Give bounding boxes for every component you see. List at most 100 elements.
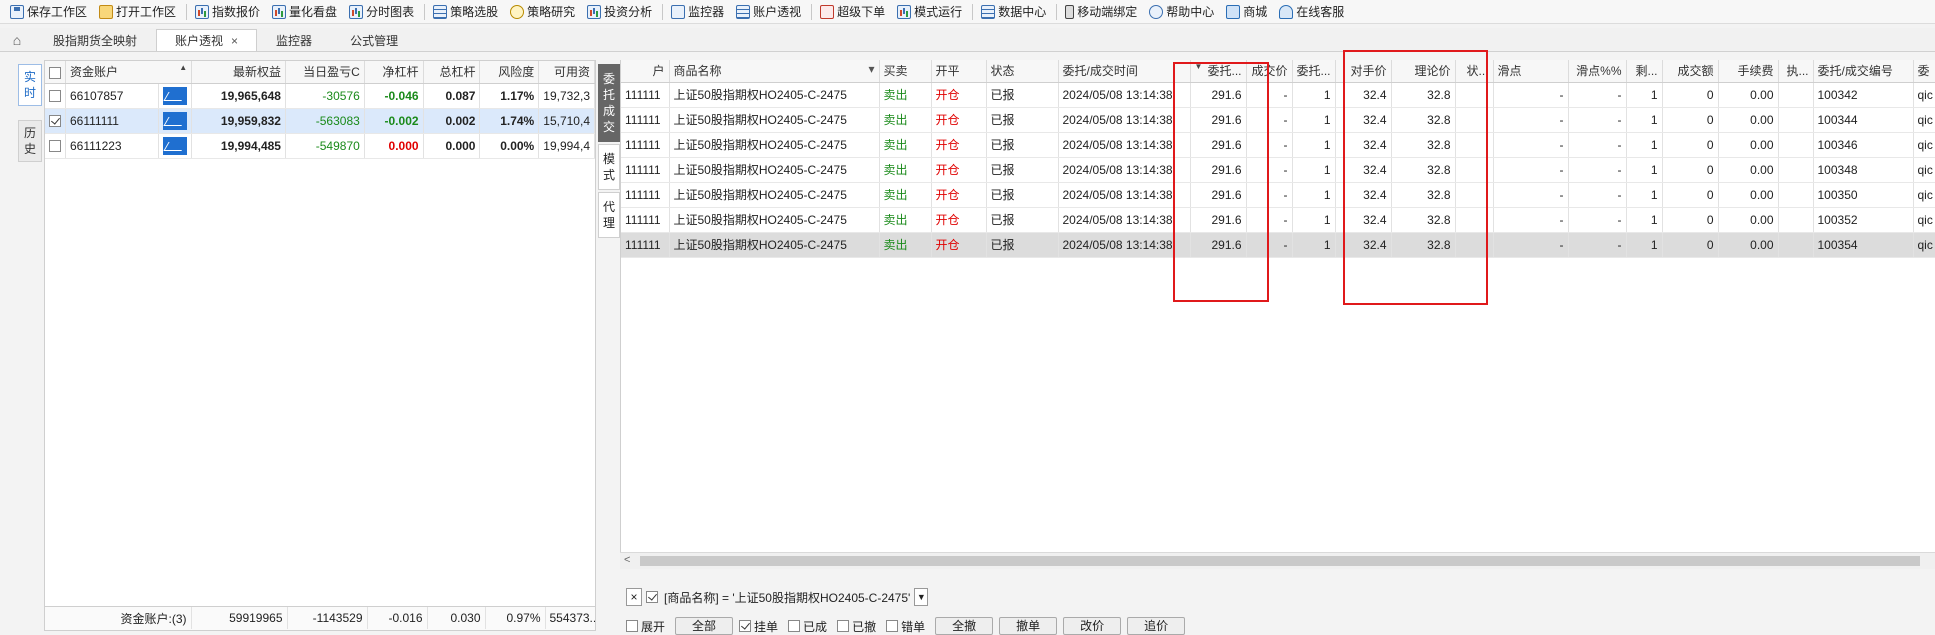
order-row[interactable]: 111111 上证50股指期权HO2405-C-2475 卖出 开仓 已报 2024/05… xyxy=(621,107,1935,133)
order-row[interactable]: 111111 上证50股指期权HO2405-C-2475 卖出 开仓 已报 2024/05… xyxy=(621,82,1935,108)
toolbar-button-1[interactable]: 打开工作区 xyxy=(99,2,176,22)
action-button-6[interactable]: 全撤 xyxy=(935,617,994,635)
vtab-0[interactable]: 实 时 xyxy=(18,64,42,106)
filter-funnel-icon[interactable]: ▾ xyxy=(868,62,874,76)
filter-option-0[interactable]: 展开 xyxy=(626,618,665,635)
table-row[interactable]: 66111223 19,994,485 -549870 0.000 0.000 0.00%… xyxy=(45,133,595,159)
toolbar-button-12[interactable]: 数据中心 xyxy=(981,2,1046,22)
filter-enabled-checkbox[interactable] xyxy=(646,591,658,603)
toolbar-button-0[interactable]: 保存工作区 xyxy=(10,2,87,22)
toolbar-button-8[interactable]: 监控器 xyxy=(671,2,724,22)
tab-0[interactable]: 股指期货全映射 xyxy=(34,29,156,51)
col-header-5[interactable]: 风险度 xyxy=(479,61,540,84)
filter-option-4[interactable]: 已撤 xyxy=(837,618,876,635)
remaining: 1 xyxy=(1626,82,1663,108)
toolbar-button-3[interactable]: 量化看盘 xyxy=(272,2,337,22)
sparkline-cell[interactable] xyxy=(158,83,193,109)
order-col-header-1[interactable]: 商品名称 ▾ xyxy=(669,60,880,83)
col-header-3[interactable]: 净杠杆 xyxy=(364,61,424,84)
toolbar-button-4[interactable]: 分时图表 xyxy=(349,2,414,22)
order-col-header-0[interactable]: 户 xyxy=(621,60,670,83)
order-row[interactable]: 111111 上证50股指期权HO2405-C-2475 卖出 开仓 已报 2024/05… xyxy=(621,157,1935,183)
toolbar-button-15[interactable]: 商城 xyxy=(1226,2,1267,22)
order-vtab-2[interactable]: 代 理 xyxy=(598,192,620,238)
scroll-left-icon[interactable]: < xyxy=(624,554,630,566)
sparkline-cell[interactable] xyxy=(158,133,193,159)
order-id: 100344 xyxy=(1813,107,1914,133)
toolbar-button-label: 监控器 xyxy=(688,5,725,19)
row-checkbox[interactable] xyxy=(49,90,61,103)
col-header-1[interactable]: 最新权益 xyxy=(191,61,286,84)
filter-option-checkbox[interactable] xyxy=(626,620,638,632)
table-row[interactable]: 66111111 19,959,832 -563083 -0.002 0.002 1.74… xyxy=(45,108,595,134)
order-row[interactable]: 111111 上证50股指期权HO2405-C-2475 卖出 开仓 已报 2024/05… xyxy=(621,182,1935,208)
order-col-header-13[interactable]: 滑点%% xyxy=(1568,60,1627,83)
sparkline-chart-icon[interactable] xyxy=(163,111,188,130)
order-col-header-5[interactable]: 委托/成交时间 xyxy=(1058,60,1191,83)
row-checkbox[interactable] xyxy=(49,115,61,128)
order-col-header-15[interactable]: 成交额 xyxy=(1662,60,1719,83)
action-button-1[interactable]: 全部 xyxy=(675,617,734,635)
row-checkbox-cell[interactable] xyxy=(45,83,66,109)
sparkline-cell[interactable] xyxy=(158,108,193,134)
toolbar-button-2[interactable]: 指数报价 xyxy=(195,2,260,22)
scrollbar-thumb[interactable] xyxy=(640,556,1920,566)
filter-dropdown-icon[interactable]: ▼ xyxy=(914,588,929,606)
sparkline-chart-icon[interactable] xyxy=(163,86,188,105)
order-col-header-18[interactable]: 委托/成交编号 xyxy=(1813,60,1914,83)
filter-option-checkbox[interactable] xyxy=(837,620,850,632)
clear-filter-button[interactable]: × xyxy=(626,588,642,606)
toolbar-button-6[interactable]: 策略研究 xyxy=(510,2,575,22)
order-vtab-1[interactable]: 模 式 xyxy=(598,144,620,190)
close-tab-icon[interactable]: × xyxy=(231,34,238,48)
col-header-6[interactable]: 可用资 xyxy=(538,61,595,84)
action-button-8[interactable]: 改价 xyxy=(1063,617,1122,635)
order-col-header-12[interactable]: 滑点 xyxy=(1493,60,1569,83)
order-col-header-8[interactable]: 委托... xyxy=(1292,60,1336,83)
open-close: 开仓 xyxy=(931,132,987,158)
order-row[interactable]: 111111 上证50股指期权HO2405-C-2475 卖出 开仓 已报 2024/05… xyxy=(621,232,1935,258)
vtab-1[interactable]: 历 史 xyxy=(18,120,42,162)
order-row[interactable]: 111111 上证50股指期权HO2405-C-2475 卖出 开仓 已报 2024/05… xyxy=(621,207,1935,233)
toolbar-button-7[interactable]: 投资分析 xyxy=(587,2,652,22)
order-col-header-16[interactable]: 手续费 xyxy=(1718,60,1779,83)
tab-3[interactable]: 公式管理 xyxy=(331,29,417,51)
order-row[interactable]: 111111 上证50股指期权HO2405-C-2475 卖出 开仓 已报 2024/05… xyxy=(621,132,1935,158)
action-button-7[interactable]: 撤单 xyxy=(999,617,1058,635)
tab-2[interactable]: 监控器 xyxy=(257,29,331,51)
toolbar-button-14[interactable]: 帮助中心 xyxy=(1149,2,1214,22)
order-col-header-4[interactable]: 状态 xyxy=(986,60,1059,83)
filter-option-checkbox[interactable] xyxy=(788,620,801,632)
toolbar-button-9[interactable]: 账户透视 xyxy=(736,2,801,22)
sparkline-chart-icon[interactable] xyxy=(163,136,188,155)
filter-option-3[interactable]: 已成 xyxy=(788,618,827,635)
col-header-2[interactable]: 当日盈亏C xyxy=(285,61,365,84)
action-button-9[interactable]: 追价 xyxy=(1127,617,1186,635)
toolbar-button-11[interactable]: 模式运行 xyxy=(897,2,962,22)
filter-option-checkbox[interactable] xyxy=(886,620,899,632)
filter-option-2[interactable]: 挂单 xyxy=(739,618,778,635)
horizontal-scrollbar[interactable]: < xyxy=(620,552,1935,569)
select-all-header[interactable] xyxy=(45,61,66,84)
col-header-account[interactable]: 资金账户 ▲ xyxy=(65,61,193,84)
order-col-header-19[interactable]: 委 xyxy=(1913,60,1935,83)
table-row[interactable]: 66107857 19,965,648 -30576 -0.046 0.087 1.17%… xyxy=(45,83,595,109)
tab-1[interactable]: 账户透视 × xyxy=(156,29,258,51)
order-col-header-14[interactable]: 剩... xyxy=(1626,60,1663,83)
order-col-header-3[interactable]: 开平 xyxy=(931,60,987,83)
filter-option-5[interactable]: 错单 xyxy=(886,618,925,635)
row-checkbox[interactable] xyxy=(49,140,61,153)
order-vtab-0[interactable]: 委 托 成 交 xyxy=(598,64,620,142)
toolbar-button-10[interactable]: 超级下单 xyxy=(820,2,885,22)
order-col-header-2[interactable]: 买卖 xyxy=(879,60,932,83)
row-checkbox-cell[interactable] xyxy=(45,133,66,159)
home-icon[interactable]: ⌂ xyxy=(0,29,34,51)
filter-option-checkbox[interactable] xyxy=(739,620,752,632)
toolbar-button-13[interactable]: 移动端绑定 xyxy=(1065,2,1137,22)
col-header-4[interactable]: 总杠杆 xyxy=(423,61,481,84)
toolbar-button-16[interactable]: 在线客服 xyxy=(1279,2,1344,22)
toolbar-button-5[interactable]: 策略选股 xyxy=(433,2,498,22)
order-col-header-17[interactable]: 执... xyxy=(1778,60,1814,83)
row-checkbox-cell[interactable] xyxy=(45,108,66,134)
select-all-checkbox[interactable] xyxy=(49,66,61,79)
